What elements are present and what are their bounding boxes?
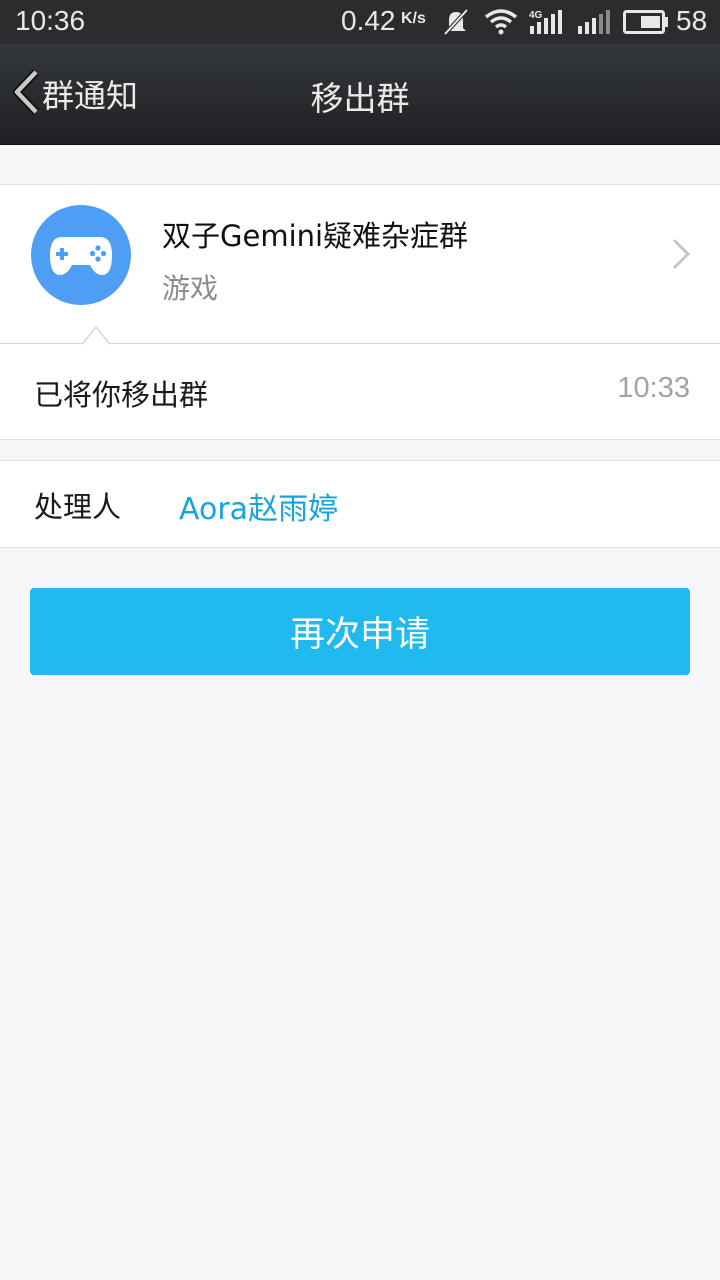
battery-icon	[623, 10, 669, 39]
wifi-icon	[484, 8, 518, 41]
svg-text:4G: 4G	[529, 10, 543, 21]
chevron-right-icon	[670, 237, 692, 275]
group-avatar	[31, 205, 131, 305]
handler-name-link[interactable]: Aora赵雨婷	[179, 484, 338, 528]
network-speed-unit: K/s	[401, 10, 426, 27]
status-bar: 10:36 0.42 K/s 4G 58	[0, 0, 720, 44]
notice-row: 已将你移出群 10:33	[0, 326, 720, 440]
handler-label: 处理人	[34, 490, 122, 524]
mute-bell-icon	[441, 8, 471, 41]
nav-bar: 群通知 移出群	[0, 44, 720, 145]
status-time: 10:36	[15, 5, 86, 36]
notice-time: 10:33	[617, 372, 690, 404]
network-speed: 0.42	[341, 5, 396, 36]
handler-row: 处理人 Aora赵雨婷	[0, 460, 720, 548]
group-category: 游戏	[162, 272, 219, 305]
gamepad-icon	[50, 237, 112, 275]
group-card[interactable]: 双子Gemini疑难杂症群 游戏	[0, 184, 720, 343]
speech-pointer	[81, 325, 111, 349]
reapply-button[interactable]: 再次申请	[30, 588, 690, 675]
notice-text: 已将你移出群	[34, 378, 209, 412]
group-name: 双子Gemini疑难杂症群	[162, 219, 469, 253]
battery-level: 58	[676, 5, 708, 36]
signal-icon	[576, 8, 612, 41]
signal-4g-icon: 4G	[528, 8, 564, 41]
page-title: 移出群	[310, 79, 410, 118]
